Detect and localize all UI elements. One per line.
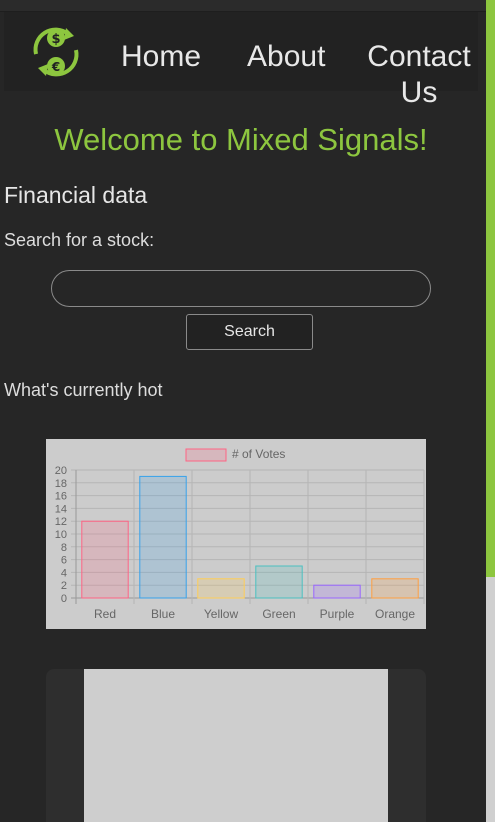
y-tick-label: 0 [61, 593, 67, 605]
scrollbar-thumb[interactable] [486, 0, 495, 577]
search-label: Search for a stock: [4, 230, 155, 250]
x-tick-label: Green [262, 607, 295, 621]
financial-data-heading: Financial data [4, 182, 148, 208]
legend-swatch [185, 448, 227, 462]
bar-red [81, 520, 129, 599]
y-tick-label: 14 [55, 503, 67, 515]
x-tick-label: Purple [320, 607, 355, 621]
y-tick-label: 4 [61, 567, 67, 579]
bar-yellow [197, 578, 245, 599]
x-tick-label: Blue [151, 607, 175, 621]
x-tick-label: Red [94, 607, 116, 621]
y-tick-label: 10 [55, 529, 67, 541]
votes-chart: 0 2 4 6 8 10 12 14 16 18 20 Red Blue Yellow Green Purpl… [46, 439, 426, 629]
x-tick-label: Orange [375, 607, 415, 621]
nav-contact-link[interactable]: Contact Us [359, 39, 479, 111]
bar-green [255, 565, 303, 599]
y-tick-label: 6 [61, 555, 67, 567]
y-tick-label: 16 [55, 491, 67, 503]
top-bar [0, 0, 495, 12]
content-panel [46, 669, 426, 822]
bar-blue [139, 475, 187, 599]
y-tick-label: 20 [55, 465, 67, 477]
svg-text:€: € [51, 60, 60, 74]
nav-about-link[interactable]: About [247, 39, 325, 75]
svg-text:$: $ [51, 32, 60, 47]
bar-orange [371, 578, 419, 599]
y-tick-label: 12 [55, 516, 67, 528]
y-tick-label: 18 [55, 478, 67, 490]
content-panel-area [84, 669, 388, 822]
y-tick-label: 8 [61, 542, 67, 554]
search-button[interactable]: Search [186, 314, 313, 350]
y-tick-label: 2 [61, 580, 67, 592]
x-tick-label: Yellow [204, 607, 239, 621]
bar-purple [313, 584, 361, 599]
nav-home-link[interactable]: Home [121, 39, 201, 75]
stock-search-input[interactable] [51, 270, 431, 307]
legend-label: # of Votes [232, 447, 285, 461]
navbar: $ € Home About Contact Us [4, 12, 478, 109]
logo-icon[interactable]: $ € [28, 24, 84, 80]
page-title: Welcome to Mixed Signals! [54, 122, 428, 157]
hot-heading: What's currently hot [4, 380, 163, 400]
votes-chart-svg: 02468101214161820 Red Blue Yellow Green Purpl… [55, 447, 425, 621]
